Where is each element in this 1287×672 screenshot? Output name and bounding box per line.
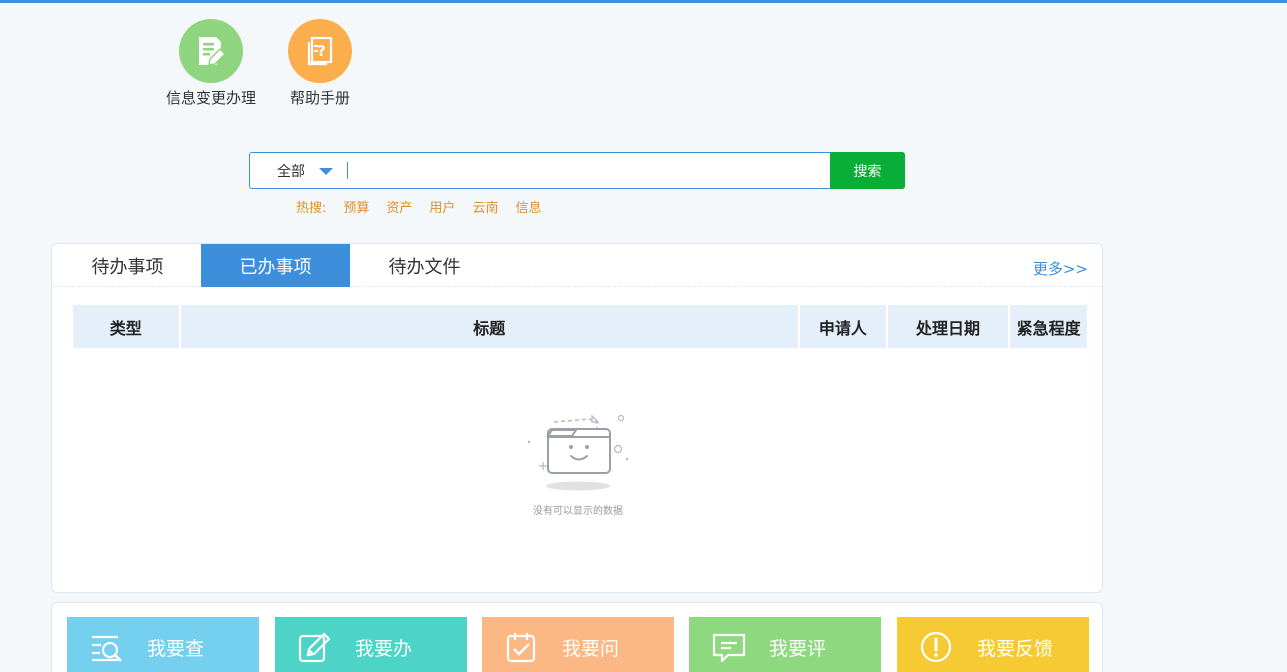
column-header-applicant[interactable]: 申请人 [800,305,886,348]
quick-app-label: 帮助手册 [289,89,350,107]
hot-search-label: 热搜: [296,201,327,216]
search-scope-select[interactable]: 全部 [250,153,347,188]
quick-app-help-manual[interactable]: ? 帮助手册 [265,19,375,108]
svg-text:?: ? [317,42,326,60]
hot-keyword[interactable]: 用户 [429,197,455,216]
search-list-icon [92,635,122,662]
action-feedback-button[interactable]: 我要反馈 [897,617,1089,672]
more-link[interactable]: 更多>> [1033,258,1088,279]
action-label: 我要问 [562,637,620,660]
hot-keyword[interactable]: 预算 [343,197,369,216]
quick-app-info-change[interactable]: 信息变更办理 [156,19,266,108]
action-label: 我要查 [147,637,205,660]
quick-app-label: 信息变更办理 [165,89,256,107]
hot-keyword[interactable]: 云南 [472,197,498,216]
action-ask-button[interactable]: 我要问 [482,617,674,672]
task-panel: 待办事项 已办事项 待办文件 更多>> 类型 标题 申请人 处理日期 紧急程度 [51,243,1103,593]
hot-search-list: 热搜: 预算 资产 用户 云南 信息 [296,197,558,216]
search-input[interactable] [348,153,830,188]
comment-icon [712,633,746,663]
action-label: 我要反馈 [977,637,1054,660]
action-query-button[interactable]: 我要查 [67,617,259,672]
alert-icon [920,631,952,663]
help-manual-icon: ? [288,19,352,83]
caret-down-icon [319,168,333,175]
column-header-date[interactable]: 处理日期 [887,305,1009,348]
calendar-check-icon [506,633,536,663]
column-header-type[interactable]: 类型 [73,305,179,348]
tab-pending-files[interactable]: 待办文件 [350,244,499,287]
search-button[interactable]: 搜索 [830,152,905,189]
empty-state-message: 没有可以显示的数据 [533,506,623,517]
edit-icon [298,632,331,663]
action-bar: 我要查 我要办 我要问 我要评 我要反馈 [51,602,1103,672]
search-scope-value: 全部 [277,163,305,180]
task-tabs: 待办事项 已办事项 待办文件 更多>> [52,244,1102,287]
tab-completed-items[interactable]: 已办事项 [201,244,350,287]
hot-keyword[interactable]: 资产 [386,197,412,216]
column-header-title[interactable]: 标题 [180,305,798,348]
column-header-urgency[interactable]: 紧急程度 [1010,305,1087,348]
action-label: 我要评 [769,637,827,660]
tab-pending-items[interactable]: 待办事项 [53,244,202,287]
empty-state: 没有可以显示的数据 [522,404,634,517]
empty-folder-icon [527,414,629,491]
action-label: 我要办 [355,637,413,660]
document-edit-icon [179,19,243,83]
top-accent-bar [0,0,1287,3]
action-evaluate-button[interactable]: 我要评 [689,617,881,672]
action-handle-button[interactable]: 我要办 [275,617,467,672]
hot-keyword[interactable]: 信息 [515,197,541,216]
task-table: 类型 标题 申请人 处理日期 紧急程度 [71,305,1089,348]
table-header-row: 类型 标题 申请人 处理日期 紧急程度 [73,305,1087,348]
search-bar: 全部 搜索 [249,152,905,189]
